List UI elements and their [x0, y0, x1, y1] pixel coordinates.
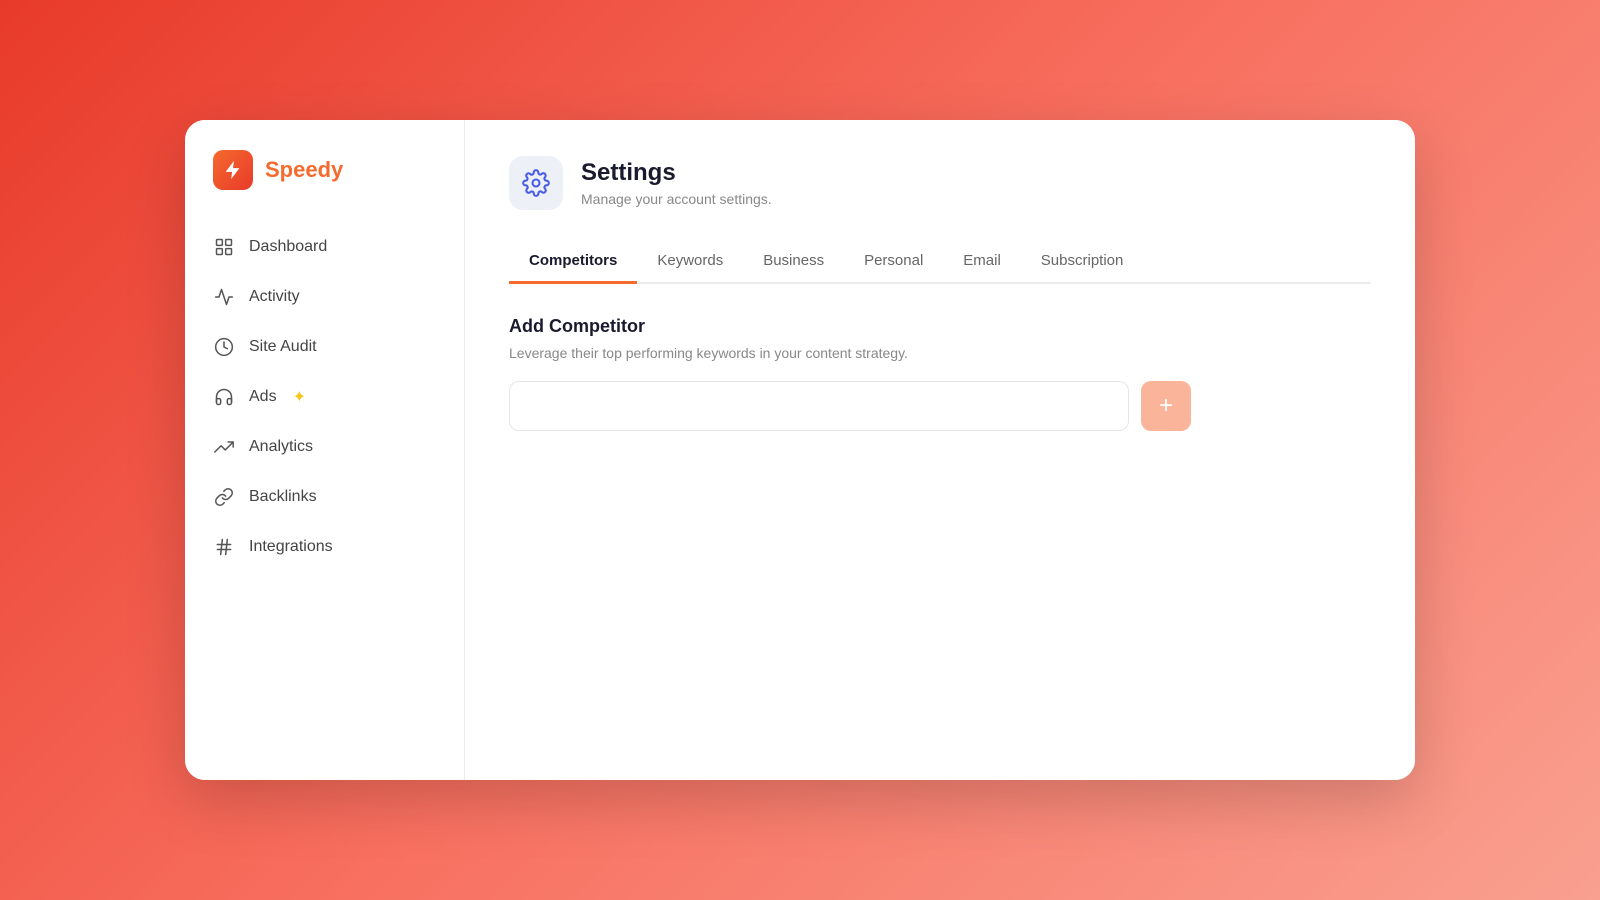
competitor-input[interactable]: [509, 381, 1129, 431]
sidebar-item-backlinks-label: Backlinks: [249, 488, 317, 506]
add-competitor-section: Add Competitor Leverage their top perfor…: [509, 316, 1371, 431]
tab-business[interactable]: Business: [743, 240, 844, 284]
site-audit-icon: [213, 336, 235, 358]
sidebar-item-ads-label: Ads: [249, 388, 277, 406]
settings-icon-wrap: [509, 156, 563, 210]
page-header: Settings Manage your account settings.: [509, 156, 1371, 210]
ads-icon: [213, 386, 235, 408]
sidebar-item-site-audit-label: Site Audit: [249, 338, 317, 356]
add-competitor-title: Add Competitor: [509, 316, 1371, 337]
sidebar: Speedy Dashboard Activity: [185, 120, 465, 780]
tab-email[interactable]: Email: [943, 240, 1021, 284]
main-content: Settings Manage your account settings. C…: [465, 120, 1415, 780]
settings-tabs: Competitors Keywords Business Personal E…: [509, 240, 1371, 284]
add-competitor-button[interactable]: +: [1141, 381, 1191, 431]
add-button-label: +: [1159, 392, 1173, 420]
sidebar-item-dashboard[interactable]: Dashboard: [185, 222, 464, 272]
sidebar-item-ads[interactable]: Ads ✦: [185, 372, 464, 422]
logo-area: Speedy: [185, 150, 464, 222]
page-subtitle: Manage your account settings.: [581, 191, 772, 207]
sidebar-item-site-audit[interactable]: Site Audit: [185, 322, 464, 372]
sidebar-item-integrations[interactable]: Integrations: [185, 522, 464, 572]
integrations-icon: [213, 536, 235, 558]
sidebar-item-activity[interactable]: Activity: [185, 272, 464, 322]
activity-icon: [213, 286, 235, 308]
add-competitor-desc: Leverage their top performing keywords i…: [509, 345, 1371, 361]
tab-competitors[interactable]: Competitors: [509, 240, 637, 284]
tab-personal[interactable]: Personal: [844, 240, 943, 284]
page-title: Settings: [581, 159, 772, 187]
app-window: Speedy Dashboard Activity: [185, 120, 1415, 780]
sidebar-item-activity-label: Activity: [249, 288, 300, 306]
tab-subscription[interactable]: Subscription: [1021, 240, 1144, 284]
sidebar-item-backlinks[interactable]: Backlinks: [185, 472, 464, 522]
logo-text: Speedy: [265, 157, 343, 183]
logo-icon: [213, 150, 253, 190]
sidebar-item-dashboard-label: Dashboard: [249, 238, 327, 256]
sidebar-item-analytics-label: Analytics: [249, 438, 313, 456]
sidebar-item-analytics[interactable]: Analytics: [185, 422, 464, 472]
tab-keywords[interactable]: Keywords: [637, 240, 743, 284]
dashboard-icon: [213, 236, 235, 258]
sidebar-item-integrations-label: Integrations: [249, 538, 333, 556]
header-text: Settings Manage your account settings.: [581, 159, 772, 207]
ads-star-badge: ✦: [293, 387, 306, 407]
settings-icon: [522, 169, 550, 197]
backlinks-icon: [213, 486, 235, 508]
analytics-icon: [213, 436, 235, 458]
competitor-input-row: +: [509, 381, 1371, 431]
